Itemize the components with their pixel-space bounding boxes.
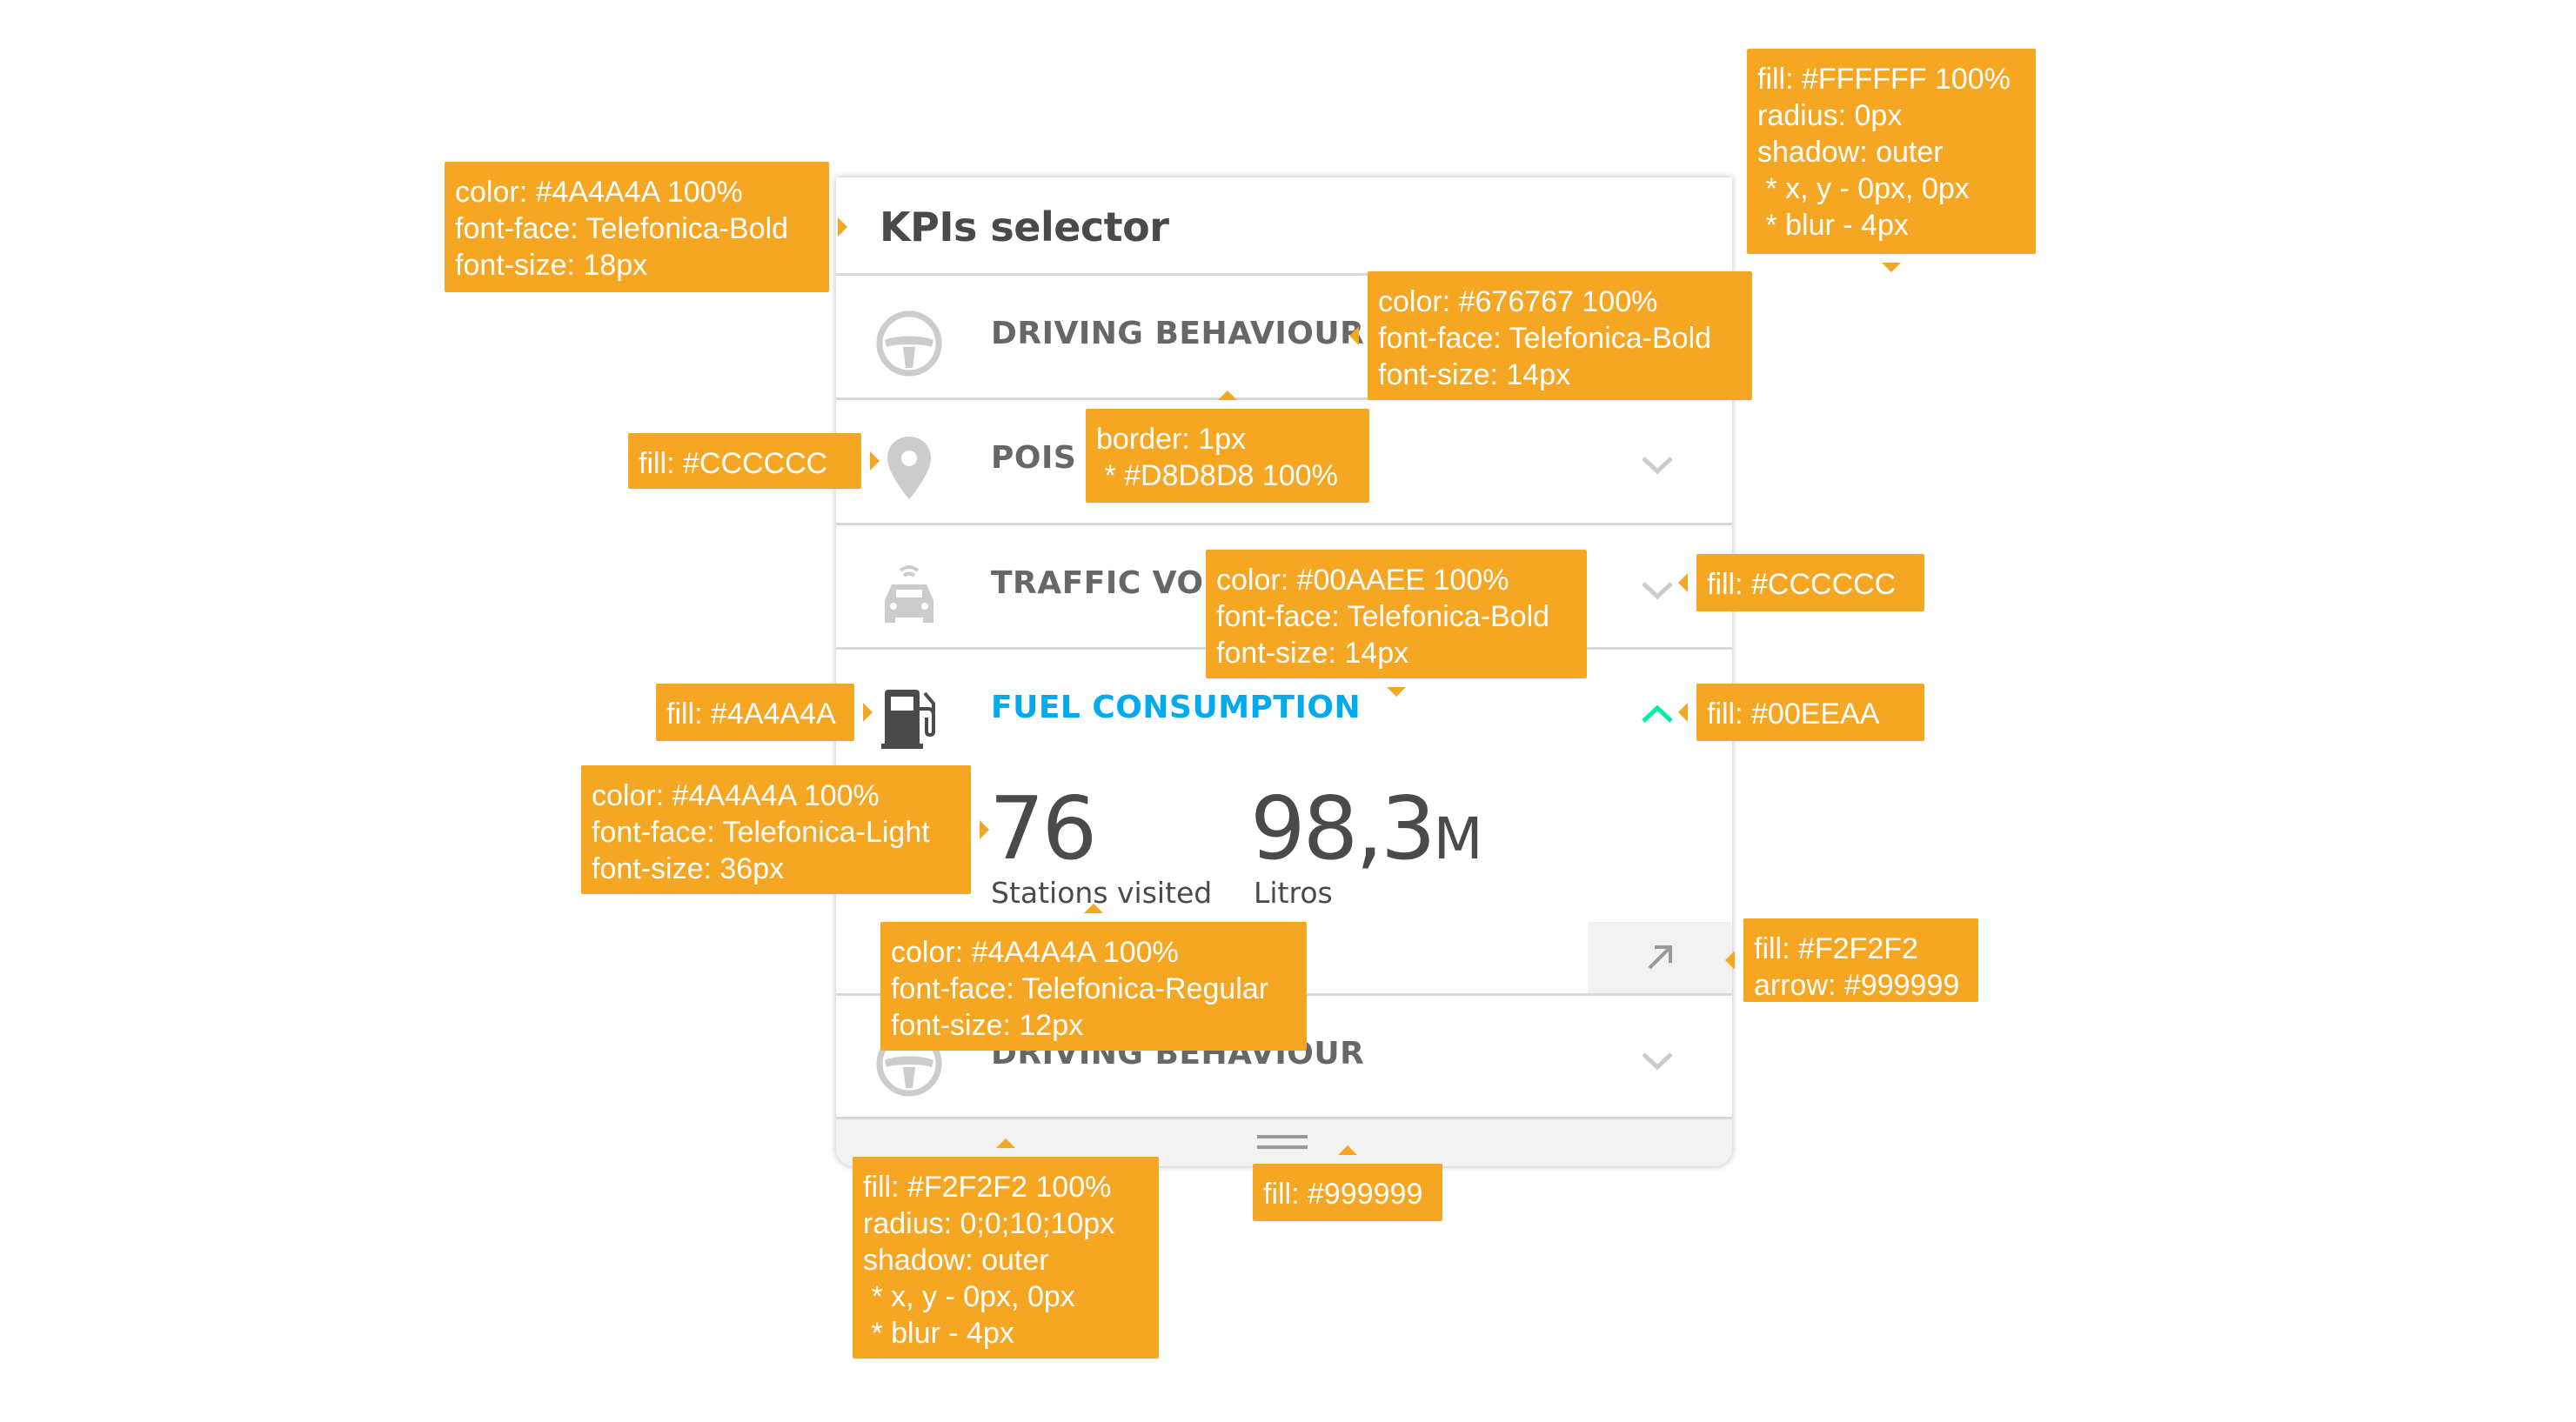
stat-unit: M xyxy=(1433,805,1483,872)
annotation-active-font: color: #00AAEE 100% font-face: Telefonic… xyxy=(1206,550,1587,697)
annotation-expand-fill: fill: #F2F2F2 arrow: #999999 xyxy=(1725,918,1978,1002)
drag-handle-icon[interactable] xyxy=(1257,1133,1308,1152)
stat-number: 76 xyxy=(989,778,1097,879)
annotation-footer-fill: fill: #F2F2F2 100% radius: 0;0;10;10px s… xyxy=(853,1138,1159,1359)
annotation-stat-font: color: #4A4A4A 100% font-face: Telefonic… xyxy=(581,765,989,894)
spec-sheet: KPIs selector DRIVING BEHAVIOUR POIS TRA… xyxy=(0,0,2576,1422)
annotation-chevron-fill: fill: #CCCCCC xyxy=(1678,554,1924,611)
kpi-row-label: DRIVING BEHAVIOUR xyxy=(991,316,1365,351)
annotation-stat-label-font: color: #4A4A4A 100% font-face: Telefonic… xyxy=(880,904,1307,1051)
map-pin-icon xyxy=(887,437,931,499)
chevron-down-icon[interactable] xyxy=(1638,571,1676,609)
stat-value: 98,3M xyxy=(1250,778,1483,879)
stat-number: 98,3 xyxy=(1250,778,1436,879)
chevron-down-icon[interactable] xyxy=(1638,445,1676,484)
annotation-active-icon-fill: fill: #4A4A4A xyxy=(656,684,873,741)
fuel-pump-icon xyxy=(881,690,935,749)
annotation-label-font: color: #676767 100% font-face: Telefonic… xyxy=(1349,271,1752,400)
chevron-up-icon[interactable] xyxy=(1638,695,1676,733)
steering-wheel-icon xyxy=(876,310,942,377)
arrow-up-right-icon xyxy=(1648,945,1672,970)
stat-value: 76 xyxy=(989,778,1097,879)
panel-title: KPIs selector xyxy=(880,204,1169,250)
annotation-handle-fill: fill: #999999 xyxy=(1253,1145,1442,1221)
annotation-icon-fill: fill: #CCCCCC xyxy=(628,433,880,489)
annotation-title-font: color: #4A4A4A 100% font-face: Telefonic… xyxy=(445,162,847,292)
kpi-row-label: FUEL CONSUMPTION xyxy=(991,690,1362,725)
kpi-row-label: POIS xyxy=(991,440,1077,476)
annotation-border: border: 1px * #D8D8D8 100% xyxy=(1086,391,1369,503)
stat-label: Litros xyxy=(1254,876,1333,910)
annotation-panel-fill: fill: #FFFFFF 100% radius: 0px shadow: o… xyxy=(1747,49,2036,272)
connected-car-icon xyxy=(885,565,933,623)
chevron-down-icon[interactable] xyxy=(1638,1041,1676,1079)
open-detail-button[interactable] xyxy=(1588,922,1732,993)
annotation-active-chevron-fill: fill: #00EEAA xyxy=(1678,684,1924,741)
